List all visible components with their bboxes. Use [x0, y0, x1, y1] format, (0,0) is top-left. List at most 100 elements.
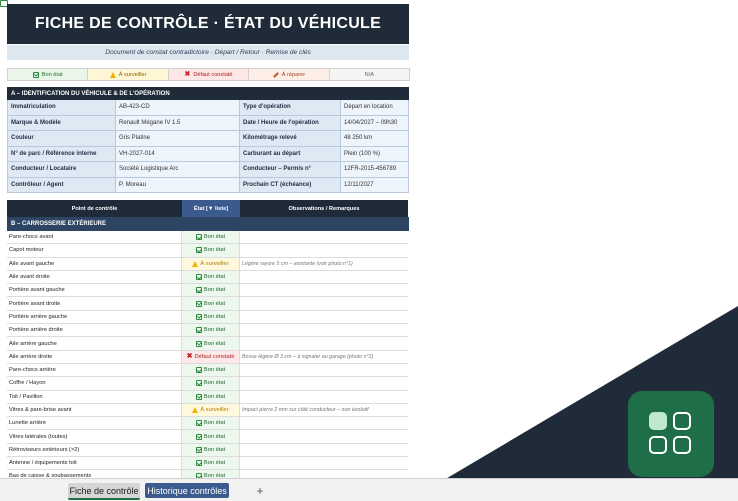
tab-historique-controles[interactable]: Historique contrôles — [145, 483, 229, 498]
logo-square — [673, 436, 691, 454]
checklist-row: Aile avant gauche À surveiller Légère rayu… — [7, 257, 409, 271]
ident-label: Kilométrage relevé — [240, 131, 341, 147]
observation-cell[interactable] — [240, 324, 408, 338]
status-label: Bon état — [203, 367, 226, 374]
observation-cell[interactable] — [240, 311, 408, 325]
check-icon — [32, 71, 39, 78]
status-dropdown[interactable]: Bon état — [182, 310, 240, 325]
observation-cell[interactable] — [240, 444, 408, 458]
status-dropdown[interactable]: Bon état — [182, 284, 240, 298]
observation-cell[interactable] — [240, 364, 408, 378]
ident-value[interactable]: Renault Mégane IV 1.5 — [116, 115, 240, 131]
status-label: Bon état — [203, 300, 226, 307]
ident-value[interactable]: Plein (100 %) — [341, 146, 409, 162]
status-dropdown[interactable]: ✖ Défaut constaté — [182, 350, 240, 364]
warning-icon — [192, 407, 199, 413]
legend-defect-label: Défaut constaté — [193, 71, 233, 78]
status-dropdown[interactable]: Bon état — [182, 297, 240, 311]
ident-value[interactable]: 14/04/2027 – 09h30 — [341, 115, 409, 131]
observation-cell[interactable] — [240, 244, 408, 258]
status-dropdown[interactable]: Bon état — [182, 244, 240, 258]
column-header-point: Point de contrôle — [7, 200, 182, 217]
checklist-point: Capot moteur — [7, 244, 182, 258]
checklist-row: Rétroviseurs extérieurs (×2) Bon état — [7, 443, 409, 458]
observation-cell[interactable] — [240, 337, 408, 351]
observation-cell[interactable] — [240, 284, 408, 298]
observation-cell[interactable]: Impact pierre 2 mm sur côté conducteur –… — [240, 404, 408, 418]
checklist-point: Lunette arrière — [7, 417, 182, 431]
observation-cell[interactable] — [240, 417, 408, 431]
ident-value[interactable]: Départ en location — [341, 100, 409, 116]
status-label: Bon état — [203, 446, 226, 453]
check-icon — [195, 247, 202, 254]
observation-cell[interactable] — [240, 271, 408, 285]
checklist-point: Aile arrière droite — [7, 350, 182, 364]
legend-repair: À réparer — [248, 68, 330, 81]
checklist-row: Lunette arrière Bon état — [7, 417, 409, 431]
sheet-subtitle: Document de constat contradictoire · Dép… — [7, 45, 409, 60]
checklist-row: Pare-chocs avant Bon état — [7, 231, 409, 245]
status-dropdown[interactable]: À surveiller — [182, 403, 240, 418]
checklist-column-headers: Point de contrôle État [▼ liste] Observa… — [7, 200, 409, 217]
checklist-row: Portière arrière droite Bon état — [7, 324, 409, 338]
checklist-row: Aile arrière droite ✖ Défaut constaté Bosse… — [7, 350, 409, 364]
ident-value[interactable]: P. Moreau — [116, 177, 240, 193]
observation-cell[interactable] — [240, 297, 408, 311]
status-dropdown[interactable]: Bon état — [182, 270, 240, 285]
tab-fiche-de-controle[interactable]: Fiche de contrôle — [68, 483, 140, 500]
ident-value[interactable]: Société Logistique Arc — [116, 162, 240, 178]
checklist-point: Vitres & pare-brise avant — [7, 403, 182, 418]
ident-value[interactable]: 12FR-2015-456789 — [341, 162, 409, 178]
add-sheet-button[interactable]: + — [252, 483, 268, 498]
status-dropdown[interactable]: Bon état — [182, 324, 240, 338]
ident-label: Immatriculation — [8, 100, 116, 116]
ident-label: Prochain CT (échéance) — [240, 177, 341, 193]
checklist-row: Pare-chocs arrière Bon état — [7, 363, 409, 378]
observation-cell[interactable] — [240, 430, 408, 444]
ident-value[interactable]: AB-423-CD — [116, 100, 240, 116]
check-icon — [195, 313, 202, 320]
observation-cell[interactable]: Légère rayure 5 cm – existante (voir pho… — [240, 258, 408, 271]
section-a-header: A – IDENTIFICATION DU VÉHICULE & DE L'OP… — [7, 87, 409, 100]
inspection-sheet: FICHE DE CONTRÔLE · ÉTAT DU VÉHICULE Doc… — [7, 4, 411, 484]
ident-value[interactable]: Gris Platine — [116, 131, 240, 147]
observation-cell[interactable] — [240, 231, 408, 245]
status-label: Défaut constaté — [194, 353, 235, 360]
status-dropdown[interactable]: À surveiller — [182, 257, 240, 271]
checklist-point: Aile arrière gauche — [7, 337, 182, 351]
status-dropdown[interactable]: Bon état — [182, 430, 240, 444]
status-dropdown[interactable]: Bon état — [182, 457, 240, 471]
checklist-row: Portière avant droite Bon état — [7, 297, 409, 311]
observation-cell[interactable] — [240, 377, 408, 391]
status-dropdown[interactable]: Bon état — [182, 443, 240, 458]
cross-icon: ✖ — [184, 70, 191, 78]
legend-watch-label: À surveiller — [118, 71, 147, 78]
legend-na: N/A — [328, 68, 411, 81]
status-dropdown[interactable]: Bon état — [182, 417, 240, 431]
checklist-rows: Pare-chocs avant Bon état Capot moteur Bon … — [7, 231, 409, 484]
column-header-etat[interactable]: État [▼ liste] — [182, 200, 240, 217]
status-dropdown[interactable]: Bon état — [182, 390, 240, 404]
checklist-row: Aile avant droite Bon état — [7, 270, 409, 285]
legend-na-label: N/A — [364, 71, 374, 78]
warning-icon — [192, 260, 199, 267]
status-dropdown[interactable]: Bon état — [182, 231, 240, 245]
app-logo-icon — [628, 391, 714, 477]
ident-value[interactable]: VH-2027-014 — [116, 146, 240, 162]
check-icon — [195, 367, 202, 374]
logo-square — [649, 412, 667, 430]
status-dropdown[interactable]: Bon état — [182, 337, 240, 351]
ident-label: Conducteur – Permis n° — [240, 162, 341, 178]
ident-value[interactable]: 12/11/2027 — [341, 177, 409, 193]
observation-cell[interactable] — [240, 457, 408, 471]
status-label: Bon état — [203, 247, 226, 254]
checklist-point: Pare-chocs avant — [7, 231, 182, 245]
status-dropdown[interactable]: Bon état — [182, 377, 240, 391]
status-dropdown[interactable]: Bon état — [182, 363, 240, 378]
checklist-point: Antenne / équipements toit — [7, 457, 182, 471]
warning-icon — [109, 71, 116, 78]
ident-value[interactable]: 48 250 km — [341, 131, 409, 147]
status-label: Bon état — [203, 460, 226, 467]
observation-cell[interactable] — [240, 391, 408, 404]
observation-cell[interactable]: Bosse légère Ø 3 cm – à signaler au gara… — [240, 351, 408, 364]
